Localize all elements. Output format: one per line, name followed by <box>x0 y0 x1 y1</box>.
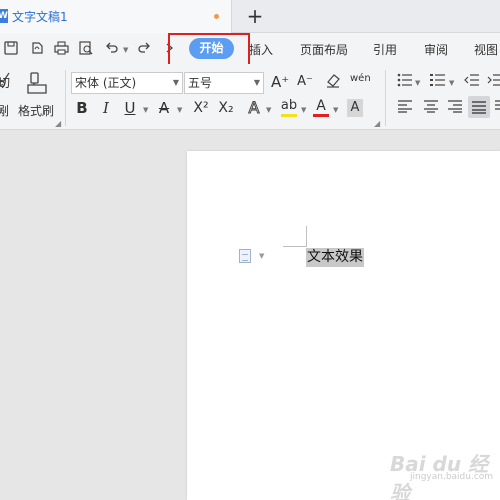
font-group-expander-icon[interactable]: ◢ <box>374 119 380 128</box>
cut-label-2: 剐 <box>0 104 10 118</box>
document-tab-title: 文字文稿1 <box>12 10 68 24</box>
selected-text[interactable]: 文本效果 <box>306 248 364 267</box>
chevron-down-icon: ▼ <box>253 78 260 87</box>
subscript-button[interactable]: X₂ <box>215 99 237 117</box>
highlight-color-bar <box>281 114 297 117</box>
font-color-button[interactable]: A <box>314 97 328 115</box>
font-color-dropdown-icon[interactable]: ▼ <box>333 106 338 114</box>
chevron-down-icon: ▼ <box>172 78 179 87</box>
underline-button[interactable]: U <box>122 99 138 117</box>
unsaved-indicator-icon <box>214 14 219 19</box>
tab-insert[interactable]: 插入 <box>249 41 273 58</box>
numbered-list-icon[interactable] <box>430 73 446 92</box>
font-size-select[interactable]: 五号 ▼ <box>184 72 264 94</box>
highlight-dropdown-icon[interactable]: ▼ <box>301 106 306 114</box>
undo-dropdown-icon[interactable]: ▼ <box>123 46 128 54</box>
increase-indent-icon[interactable] <box>487 73 500 92</box>
phonetic-guide-label: wén <box>350 73 371 84</box>
redo-icon[interactable] <box>136 40 152 56</box>
writer-doc-icon: W <box>0 9 8 23</box>
underline-dropdown-icon[interactable]: ▼ <box>143 106 148 114</box>
font-name-value: 宋体 (正文) <box>75 76 137 90</box>
bullet-list-icon[interactable] <box>397 73 413 92</box>
character-shading-button[interactable]: A <box>347 99 363 117</box>
font-size-value: 五号 <box>188 76 213 90</box>
tab-view[interactable]: 视图 <box>474 41 498 58</box>
paragraph-layout-dropdown-icon[interactable]: ▼ <box>259 252 264 260</box>
font-color-bar <box>313 114 329 117</box>
tab-strip: W 文字文稿1 + <box>0 0 500 33</box>
clipboard-group-expander-icon[interactable]: ◢ <box>55 119 61 128</box>
font-name-select[interactable]: 宋体 (正文) ▼ <box>71 72 183 94</box>
watermark-url: jingyan.baidu.com <box>410 472 494 482</box>
margin-marker-horizontal <box>283 246 307 247</box>
highlight-button[interactable]: ab <box>280 97 298 115</box>
strikethrough-button[interactable]: A <box>156 99 172 117</box>
tab-references[interactable]: 引用 <box>373 41 397 58</box>
text-effect-button[interactable]: A <box>246 98 262 117</box>
grow-font-button[interactable]: A⁺ <box>271 73 289 91</box>
print-icon[interactable] <box>53 40 69 56</box>
format-painter-icon[interactable] <box>25 71 49 95</box>
decrease-indent-icon[interactable] <box>464 73 480 92</box>
align-left-icon[interactable] <box>397 99 413 118</box>
ribbon-start: 切 剐 格式刷 ◢ 宋体 (正文) ▼ 五号 ▼ A⁺ A⁻ wén B I U… <box>0 64 500 130</box>
paragraph-layout-icon[interactable] <box>239 249 251 263</box>
align-center-icon[interactable] <box>423 99 439 118</box>
italic-button[interactable]: I <box>98 99 114 117</box>
justify-icon[interactable] <box>468 96 490 118</box>
ribbon-separator <box>385 70 386 126</box>
margin-marker-vertical <box>306 226 307 246</box>
text-effect-dropdown-icon[interactable]: ▼ <box>266 106 271 114</box>
bold-button[interactable]: B <box>74 99 90 117</box>
superscript-button[interactable]: X² <box>190 99 212 117</box>
document-tab[interactable]: W 文字文稿1 <box>0 0 232 33</box>
tab-page-layout[interactable]: 页面布局 <box>300 41 348 58</box>
numbered-list-dropdown-icon[interactable]: ▼ <box>449 79 454 87</box>
undo-icon[interactable] <box>104 40 120 56</box>
ribbon-separator <box>65 70 66 126</box>
menu-bar: ▼ 开始 插入 页面布局 引用 审阅 视图 <box>0 33 500 64</box>
save-icon[interactable] <box>3 40 19 56</box>
shrink-font-button[interactable]: A⁻ <box>296 73 314 91</box>
print-preview-icon[interactable] <box>78 40 94 56</box>
format-painter-label[interactable]: 格式刷 <box>18 102 54 119</box>
export-pdf-icon[interactable] <box>29 40 45 56</box>
clear-format-icon[interactable] <box>324 72 342 93</box>
align-right-icon[interactable] <box>447 99 463 118</box>
tab-review[interactable]: 审阅 <box>424 41 448 58</box>
new-tab-button[interactable]: + <box>244 3 266 29</box>
cut-label: 切 <box>0 76 11 90</box>
distributed-align-icon[interactable] <box>494 99 500 118</box>
strikethrough-dropdown-icon[interactable]: ▼ <box>177 106 182 114</box>
phonetic-guide-button[interactable]: wén <box>350 70 371 88</box>
bullet-list-dropdown-icon[interactable]: ▼ <box>415 79 420 87</box>
